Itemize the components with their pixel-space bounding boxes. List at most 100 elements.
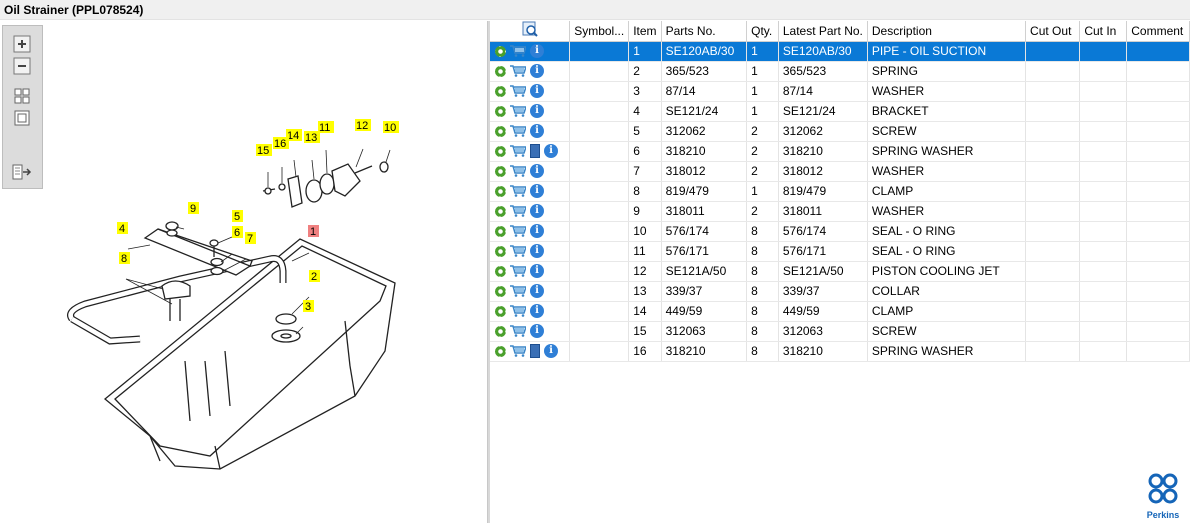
info-icon[interactable]: i <box>530 184 544 199</box>
cell-latest-part-no: 312062 <box>778 121 868 142</box>
info-icon[interactable]: i <box>544 344 558 359</box>
info-icon[interactable]: i <box>544 144 558 159</box>
cart-icon[interactable] <box>510 325 526 338</box>
callout-11-label: 11 <box>319 122 330 134</box>
cell-qty: 1 <box>746 81 779 102</box>
gear-icon[interactable] <box>495 245 506 257</box>
table-row[interactable]: i 3 87/14 1 87/14 WASHER <box>490 81 1190 102</box>
gear-icon[interactable] <box>495 145 506 157</box>
header-item[interactable]: Item <box>628 21 662 42</box>
cart-icon[interactable] <box>510 125 526 138</box>
table-row[interactable]: i 12 SE121A/50 8 SE121A/50 PISTON COOLING JET <box>490 261 1190 282</box>
header-view[interactable] <box>490 21 571 42</box>
table-row[interactable]: i 9 318011 2 318011 WASHER <box>490 201 1190 222</box>
gear-icon[interactable] <box>495 345 506 357</box>
header-description[interactable]: Description <box>867 21 1027 42</box>
cell-parts-no: 576/174 <box>661 221 748 242</box>
cart-icon[interactable] <box>510 305 526 318</box>
gear-icon[interactable] <box>495 45 506 57</box>
cell-item: 11 <box>628 241 662 262</box>
cart-icon[interactable] <box>510 205 526 218</box>
cart-icon[interactable] <box>510 165 526 178</box>
cell-description: PIPE - OIL SUCTION <box>867 41 1027 62</box>
table-row[interactable]: i 13 339/37 8 339/37 COLLAR <box>490 281 1190 302</box>
header-cut-in[interactable]: Cut In <box>1079 21 1128 42</box>
title-bar: Oil Strainer (PPL078524) <box>0 0 1190 20</box>
cell-comment <box>1126 241 1190 262</box>
header-parts-no[interactable]: Parts No. <box>661 21 748 42</box>
header-latest-part-no[interactable]: Latest Part No. <box>778 21 868 42</box>
diagram-pane[interactable]: 1 2 3 4 5 6 7 8 9 10 11 12 13 14 15 16 <box>0 21 487 523</box>
cell-cut-out <box>1025 241 1081 262</box>
gear-icon[interactable] <box>495 85 506 97</box>
table-row[interactable]: i 15 312063 8 312063 SCREW <box>490 321 1190 342</box>
gear-icon[interactable] <box>495 125 506 137</box>
gear-icon[interactable] <box>495 225 506 237</box>
cart-icon[interactable] <box>510 285 526 298</box>
info-icon[interactable]: i <box>530 64 544 79</box>
gear-icon[interactable] <box>495 265 506 277</box>
exploded-diagram: 1 2 3 4 5 6 7 8 9 10 11 12 13 14 15 16 <box>67 119 399 470</box>
table-row[interactable]: i 5 312062 2 312062 SCREW <box>490 121 1190 142</box>
cell-description: BRACKET <box>867 101 1027 122</box>
table-row[interactable]: i 6 318210 2 318210 SPRING WASHER <box>490 141 1190 162</box>
info-icon[interactable]: i <box>530 264 544 279</box>
table-row[interactable]: i 10 576/174 8 576/174 SEAL - O RING <box>490 221 1190 242</box>
cell-cut-out <box>1025 81 1081 102</box>
info-icon[interactable]: i <box>530 304 544 319</box>
header-symbol[interactable]: Symbol... <box>569 21 630 42</box>
cell-parts-no: SE121A/50 <box>661 261 748 282</box>
table-row[interactable]: i 7 318012 2 318012 WASHER <box>490 161 1190 182</box>
info-icon[interactable]: i <box>530 284 544 299</box>
gear-icon[interactable] <box>495 105 506 117</box>
header-cut-out[interactable]: Cut Out <box>1025 21 1081 42</box>
cart-icon[interactable] <box>510 225 526 238</box>
info-icon[interactable]: i <box>530 224 544 239</box>
cell-cut-in <box>1079 41 1128 62</box>
document-icon[interactable] <box>530 144 540 159</box>
info-icon[interactable]: i <box>530 244 544 259</box>
table-header: Symbol... Item Parts No. Qty. Latest Par… <box>490 21 1190 42</box>
info-icon[interactable]: i <box>530 324 544 339</box>
cart-icon[interactable] <box>510 105 526 118</box>
gear-icon[interactable] <box>495 305 506 317</box>
cart-icon[interactable] <box>510 245 526 258</box>
document-icon[interactable] <box>530 344 540 359</box>
table-row[interactable]: i 4 SE121/24 1 SE121/24 BRACKET <box>490 101 1190 122</box>
info-icon[interactable]: i <box>530 124 544 139</box>
table-row[interactable]: i 1 SE120AB/30 1 SE120AB/30 PIPE - OIL SUCTIO… <box>490 41 1190 62</box>
info-icon[interactable]: i <box>530 44 544 59</box>
row-actions: i <box>490 261 571 282</box>
table-row[interactable]: i 14 449/59 8 449/59 CLAMP <box>490 301 1190 322</box>
gear-icon[interactable] <box>495 185 506 197</box>
cell-cut-in <box>1079 261 1128 282</box>
cart-icon[interactable] <box>510 45 526 58</box>
info-icon[interactable]: i <box>530 204 544 219</box>
gear-icon[interactable] <box>495 65 506 77</box>
cell-qty: 1 <box>746 61 779 82</box>
table-row[interactable]: i 2 365/523 1 365/523 SPRING <box>490 61 1190 82</box>
gear-icon[interactable] <box>495 205 506 217</box>
cell-item: 7 <box>628 161 662 182</box>
info-icon[interactable]: i <box>530 164 544 179</box>
header-qty[interactable]: Qty. <box>746 21 779 42</box>
table-row[interactable]: i 16 318210 8 318210 SPRING WASHER <box>490 341 1190 362</box>
cell-description: SCREW <box>867 121 1027 142</box>
cell-description: WASHER <box>867 201 1027 222</box>
cart-icon[interactable] <box>510 345 526 358</box>
header-comment[interactable]: Comment <box>1126 21 1190 42</box>
gear-icon[interactable] <box>495 285 506 297</box>
gear-icon[interactable] <box>495 165 506 177</box>
gear-icon[interactable] <box>495 325 506 337</box>
cart-icon[interactable] <box>510 85 526 98</box>
cell-symbol <box>569 101 630 122</box>
info-icon[interactable]: i <box>530 84 544 99</box>
info-icon[interactable]: i <box>530 104 544 119</box>
cart-icon[interactable] <box>510 145 526 158</box>
table-row[interactable]: i 8 819/479 1 819/479 CLAMP <box>490 181 1190 202</box>
cart-icon[interactable] <box>510 265 526 278</box>
cell-parts-no: 339/37 <box>661 281 748 302</box>
table-row[interactable]: i 11 576/171 8 576/171 SEAL - O RING <box>490 241 1190 262</box>
cart-icon[interactable] <box>510 65 526 78</box>
cart-icon[interactable] <box>510 185 526 198</box>
